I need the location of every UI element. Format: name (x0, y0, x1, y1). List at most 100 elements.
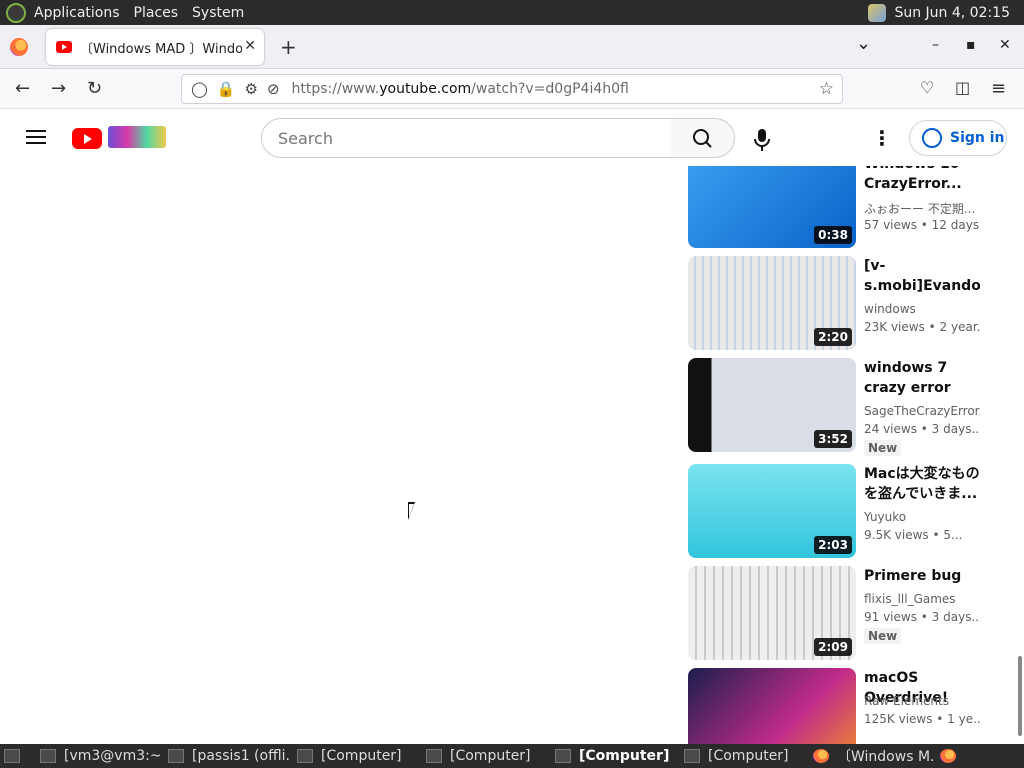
url-domain: youtube.com (379, 81, 472, 97)
channel-name[interactable]: SageTheCrazyError... (864, 404, 980, 418)
channel-name[interactable]: windows (864, 302, 980, 316)
video-title[interactable]: Windows 10 CrazyError... (864, 166, 980, 194)
video-meta: 24 views • 3 days... (864, 422, 980, 436)
taskbar-item[interactable]: [vm3@vm3:~] (40, 744, 160, 768)
video-title[interactable]: Macは大変なものを盗んでいきま... (864, 464, 980, 504)
maximize-window-button[interactable]: ▪ (966, 37, 976, 53)
navigation-toolbar: ← → ↻ ◯ 🔒 ⚙ ⊘ https://www.youtube.com/wa… (0, 69, 1024, 109)
computer-icon (684, 749, 700, 763)
forward-button[interactable]: → (51, 78, 66, 99)
url-text[interactable]: https://www.youtube.com/watch?v=d0gP4i4h… (292, 81, 629, 97)
account-icon (922, 128, 942, 148)
settings-more-icon[interactable]: ⋮ (872, 126, 892, 150)
weather-icon[interactable] (868, 3, 887, 22)
show-desktop-button[interactable] (4, 744, 28, 768)
tracking-protection-icon[interactable]: ◯ (191, 80, 208, 98)
video-title[interactable]: windows 7 crazy error cityscape... (864, 358, 980, 398)
app-icon (168, 749, 184, 763)
video-thumbnail[interactable] (688, 668, 856, 744)
firefox-icon (940, 749, 956, 763)
video-meta: 57 views • 12 days... (864, 218, 980, 232)
taskbar-item-label: [vm3@vm3:~] (64, 748, 160, 764)
channel-name[interactable]: flixis_lll_Games (864, 592, 980, 606)
channel-name[interactable]: Raw Elements (864, 694, 980, 708)
system-taskbar: [vm3@vm3:~] [passis1 (offli... [Computer… (0, 744, 1024, 768)
autoplay-blocked-icon[interactable]: ⊘ (267, 80, 280, 98)
address-bar[interactable]: ◯ 🔒 ⚙ ⊘ https://www.youtube.com/watch?v=… (181, 74, 843, 104)
taskbar-item[interactable]: [passis1 (offli... (168, 744, 290, 768)
channel-name[interactable]: Yuyuko (864, 510, 980, 524)
close-window-button[interactable]: ✕ (999, 37, 1011, 53)
video-player-area[interactable] (0, 166, 660, 744)
desktop-icon (4, 749, 20, 763)
firefox-view-icon[interactable] (10, 38, 28, 56)
sign-in-button[interactable]: Sign in (909, 120, 1007, 156)
terminal-icon (40, 749, 56, 763)
taskbar-item-label: [passis1 (offli... (192, 748, 290, 764)
taskbar-item-label: [Computer] (321, 748, 402, 764)
youtube-doodle[interactable] (108, 126, 166, 148)
distro-logo-icon[interactable] (6, 2, 26, 23)
search-input[interactable]: Search (261, 118, 672, 158)
list-all-tabs-icon[interactable]: ⌄ (856, 33, 871, 54)
close-tab-icon[interactable]: ✕ (244, 38, 256, 54)
page-scrollbar[interactable] (1018, 656, 1022, 736)
computer-icon (426, 749, 442, 763)
permissions-icon[interactable]: ⚙ (244, 80, 257, 98)
taskbar-item-label: [Computer] (708, 748, 789, 764)
computer-icon (555, 749, 571, 763)
new-tab-button[interactable]: + (280, 35, 297, 59)
recommendation-item[interactable]: 2:03 Macは大変なものを盗んでいきま... Yuyuko 9.5K vie… (688, 464, 988, 558)
video-thumbnail[interactable]: 3:52 (688, 358, 856, 452)
screen: Applications Places System Sun Jun 4, 02… (0, 0, 1024, 768)
youtube-logo-icon[interactable] (72, 128, 102, 149)
video-duration: 2:20 (814, 328, 852, 346)
search-icon (693, 129, 712, 148)
menu-places[interactable]: Places (134, 5, 179, 21)
pocket-icon[interactable]: ♡ (920, 78, 934, 97)
recommendation-item[interactable]: 2:09 Primere bug flixis_lll_Games 91 vie… (688, 566, 988, 660)
firefox-icon (813, 749, 829, 763)
taskbar-item[interactable]: [Computer] (555, 744, 677, 768)
minimize-window-button[interactable]: – (932, 37, 939, 53)
guide-menu-icon[interactable] (26, 130, 46, 144)
taskbar-item-label: [Computer] (450, 748, 531, 764)
taskbar-item[interactable]: 〔Windows M... (813, 744, 935, 768)
search-button[interactable] (671, 118, 735, 158)
reload-button[interactable]: ↻ (87, 78, 102, 99)
bookmark-star-icon[interactable]: ☆ (819, 79, 834, 99)
video-meta: 23K views • 2 year... (864, 320, 980, 334)
recommendation-item[interactable]: 2:20 [v-s.mobi]Evando... windows 23K vie… (688, 256, 988, 350)
recommendation-item[interactable]: macOS Overdrive! Raw Elements 125K views… (688, 668, 988, 744)
new-badge: New (864, 628, 902, 644)
extensions-icon[interactable]: ◫ (955, 78, 970, 97)
microphone-icon[interactable] (752, 128, 772, 152)
recommendation-item[interactable]: 3:52 windows 7 crazy error cityscape... … (688, 358, 988, 456)
taskbar-item[interactable]: [Computer] (426, 744, 548, 768)
video-title[interactable]: Primere bug (864, 566, 980, 586)
back-button[interactable]: ← (15, 78, 30, 99)
tab-youtube[interactable]: 〔Windows MAD 〕Windows ✕ (46, 29, 264, 65)
video-thumbnail[interactable]: 2:03 (688, 464, 856, 558)
tab-title: 〔Windows MAD 〕Windows (80, 41, 242, 57)
video-thumbnail[interactable]: 0:38 (688, 166, 856, 248)
video-thumbnail[interactable]: 2:09 (688, 566, 856, 660)
new-badge: New (864, 440, 902, 456)
taskbar-item[interactable]: [Computer] (684, 744, 806, 768)
video-meta: 9.5K views • 5... (864, 528, 963, 542)
menu-applications[interactable]: Applications (34, 5, 120, 21)
menu-system[interactable]: System (192, 5, 244, 21)
menu-icon[interactable]: ≡ (991, 78, 1006, 99)
youtube-favicon-icon (56, 41, 72, 53)
lock-icon[interactable]: 🔒 (217, 80, 236, 98)
firefox-launcher-button[interactable] (940, 744, 960, 768)
video-duration: 0:38 (814, 226, 852, 244)
video-title[interactable]: [v-s.mobi]Evando... (864, 256, 980, 296)
recommendation-item[interactable]: 0:38 Windows 10 CrazyError... ふぉおーー 不定期.… (688, 166, 988, 248)
browser-tab-strip: 〔Windows MAD 〕Windows ✕ + ⌄ – ▪ ✕ (0, 25, 1024, 69)
taskbar-item[interactable]: [Computer] (297, 744, 419, 768)
channel-name[interactable]: ふぉおーー 不定期... (864, 200, 980, 217)
taskbar-item-label: 〔Windows M... (837, 749, 935, 765)
video-thumbnail[interactable]: 2:20 (688, 256, 856, 350)
clock[interactable]: Sun Jun 4, 02:15 (894, 5, 1010, 21)
